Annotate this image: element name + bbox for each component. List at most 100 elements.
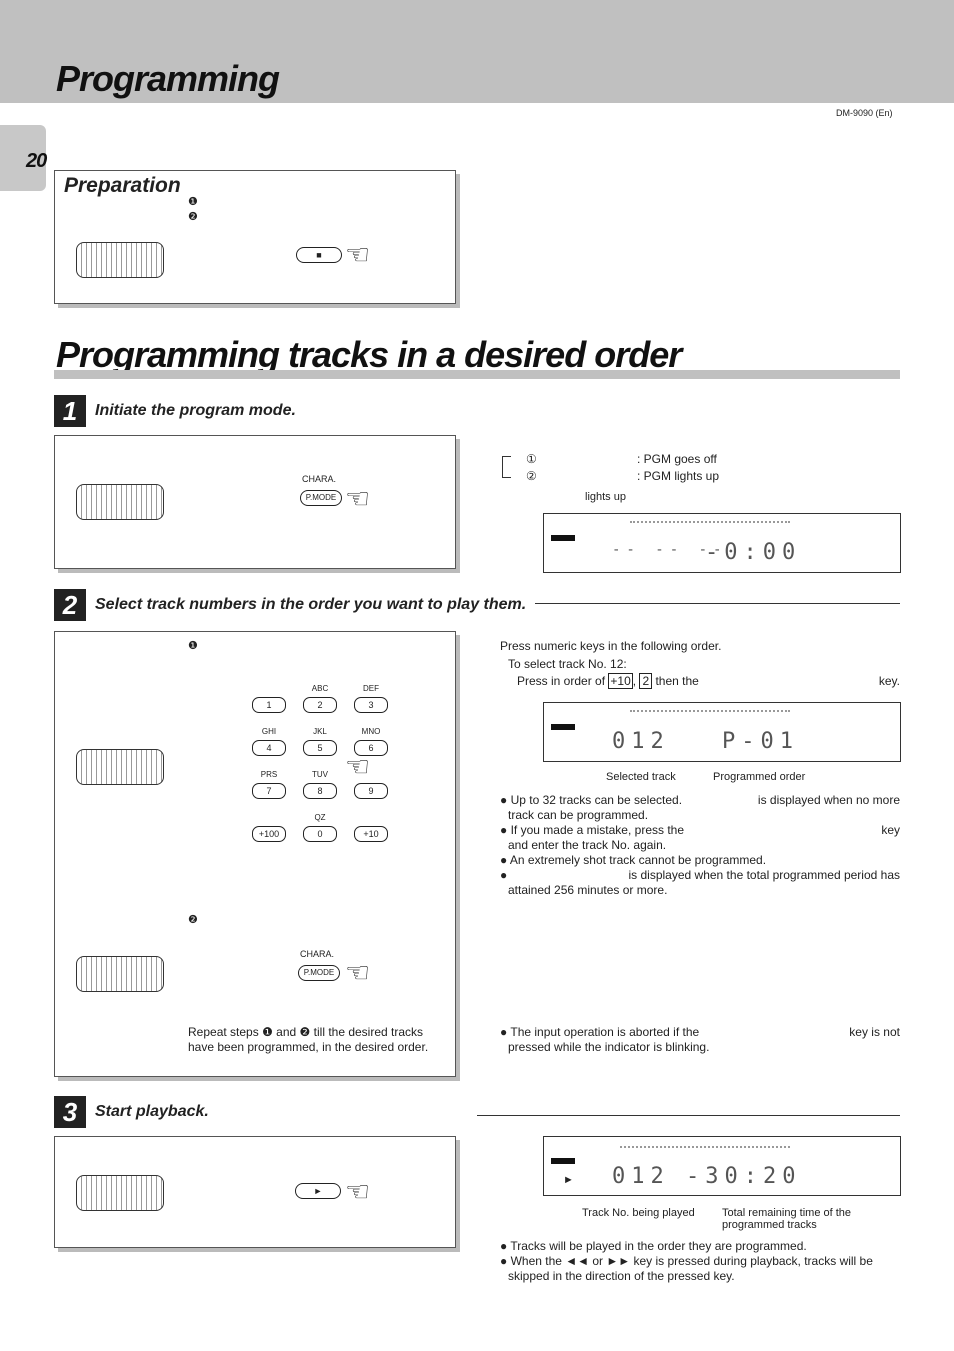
key-letters: DEF xyxy=(363,684,379,693)
remote-icon xyxy=(76,956,164,992)
numeric-key[interactable]: 7 xyxy=(252,783,286,799)
note: attained 256 minutes or more. xyxy=(508,883,668,897)
step-number: 3 xyxy=(54,1096,86,1128)
p-mode-button[interactable]: P.MODE xyxy=(300,490,342,506)
toggle-num: ② xyxy=(526,469,537,483)
text: then the xyxy=(655,674,699,688)
model-label: DM-9090 (En) xyxy=(836,108,893,118)
key-letters: MNO xyxy=(361,727,381,736)
divider xyxy=(54,370,900,379)
step-heading: Start playback. xyxy=(95,1103,209,1120)
pgm-indicator xyxy=(551,1158,575,1164)
key-letters: JKL xyxy=(313,727,327,736)
bullet: ❶ xyxy=(188,640,198,652)
text: Repeat steps xyxy=(188,1025,259,1039)
time-label: Total remaining time of the xyxy=(722,1207,852,1219)
note: key xyxy=(881,823,900,837)
key-letters: ABC xyxy=(311,684,329,693)
instruction: Press in order of +10, 2 then the key. xyxy=(517,673,900,689)
display-order: P-01 xyxy=(722,729,799,754)
note: When the ◄◄ or ►► key is pressed during … xyxy=(510,1254,873,1268)
text: key. xyxy=(878,674,900,688)
abort-note: ● The input operation is aborted if the k… xyxy=(500,1025,900,1054)
numeric-key[interactable]: +100 xyxy=(252,826,286,842)
display-time: -0:00 xyxy=(705,540,802,565)
hand-icon: ☜ xyxy=(345,239,371,270)
repeat-text: Repeat steps ❶ and ❷ till the desired tr… xyxy=(188,1025,446,1055)
toggle-text: : PGM goes off xyxy=(637,452,717,466)
note: Up to 32 tracks can be selected. xyxy=(510,793,683,807)
p-mode-button[interactable]: P.MODE xyxy=(298,965,340,981)
remote-icon xyxy=(76,749,164,785)
numeric-key[interactable]: 3 xyxy=(354,697,388,713)
instruction: To select track No. 12: xyxy=(508,657,627,671)
numeric-key[interactable]: 5 xyxy=(303,740,337,756)
text: have been programmed, in the desired ord… xyxy=(188,1040,429,1054)
remote-icon xyxy=(76,242,164,278)
chara-label: CHARA. xyxy=(300,949,335,959)
toggle-num: ① xyxy=(526,452,537,466)
play-indicator: ► xyxy=(563,1174,574,1186)
selected-track-label: Selected track xyxy=(606,771,676,783)
step-number: 1 xyxy=(54,395,86,427)
key-plus10: +10 xyxy=(608,673,633,689)
pgm-indicator xyxy=(551,724,575,730)
programmed-order-label: Programmed order xyxy=(713,771,806,783)
text: till the desired tracks xyxy=(313,1025,424,1039)
play-button[interactable]: ► xyxy=(295,1183,341,1199)
divider xyxy=(477,1115,900,1116)
notes: ● Up to 32 tracks can be selected. is dis… xyxy=(500,793,901,897)
numeric-key[interactable]: 2 xyxy=(303,697,337,713)
key-letters: TUV xyxy=(312,770,328,779)
numeric-key[interactable]: 8 xyxy=(303,783,337,799)
note: skipped in the direction of the pressed … xyxy=(508,1269,735,1283)
note: An extremely shot track cannot be progra… xyxy=(509,853,767,867)
bullet: ❷ xyxy=(299,1025,311,1039)
note: If you made a mistake, press the xyxy=(510,823,685,837)
page-number: 20 xyxy=(26,150,47,172)
stop-button[interactable]: ■ xyxy=(296,247,342,263)
key-letters: GHI xyxy=(261,727,277,736)
text: , xyxy=(632,674,637,688)
text: and xyxy=(276,1025,297,1039)
hand-icon: ☜ xyxy=(345,1176,371,1207)
display-time: -30:20 xyxy=(686,1164,802,1189)
instruction: Press numeric keys in the following orde… xyxy=(500,639,722,653)
note: The input operation is aborted if the xyxy=(510,1025,700,1039)
note: is displayed when no more xyxy=(757,793,900,807)
toggle-arrow-icon xyxy=(502,456,511,478)
step-heading: Initiate the program mode. xyxy=(95,402,296,419)
track-label: Track No. being played xyxy=(582,1207,695,1219)
bullet: ❷ xyxy=(188,211,198,223)
numeric-key[interactable]: 0 xyxy=(303,826,337,842)
step-number: 2 xyxy=(54,589,86,621)
numeric-key[interactable]: +10 xyxy=(354,826,388,842)
bullet: ❶ xyxy=(188,196,198,208)
bullet: ❷ xyxy=(188,914,198,926)
key-letters: PRS xyxy=(260,770,278,779)
hand-icon: ☜ xyxy=(345,957,371,988)
bullet: ❶ xyxy=(262,1025,273,1039)
key-2: 2 xyxy=(639,673,653,689)
numeric-key[interactable]: 9 xyxy=(354,783,388,799)
note: is displayed when the total programmed p… xyxy=(628,868,901,882)
page-title: Programming xyxy=(56,58,280,99)
note: and enter the track No. again. xyxy=(508,838,667,852)
numeric-key[interactable]: 1 xyxy=(252,697,286,713)
chara-label: CHARA. xyxy=(302,474,337,484)
note: pressed while the indicator is blinking. xyxy=(508,1040,710,1054)
remote-icon xyxy=(76,484,164,520)
display-track: 012 xyxy=(612,1164,670,1189)
lights-up-label: lights up xyxy=(585,491,626,503)
calendar-dots xyxy=(630,710,790,712)
note: key is not xyxy=(849,1025,900,1039)
notes: ● Tracks will be played in the order the… xyxy=(500,1239,900,1284)
divider xyxy=(535,603,900,604)
numeric-key[interactable]: 4 xyxy=(252,740,286,756)
display-track: 012 xyxy=(612,729,670,754)
key-letters: QZ xyxy=(314,813,326,822)
note: track can be programmed. xyxy=(508,808,649,822)
note: Tracks will be played in the order they … xyxy=(510,1239,807,1253)
preparation-heading: Preparation xyxy=(64,174,181,197)
remote-icon xyxy=(76,1175,164,1211)
